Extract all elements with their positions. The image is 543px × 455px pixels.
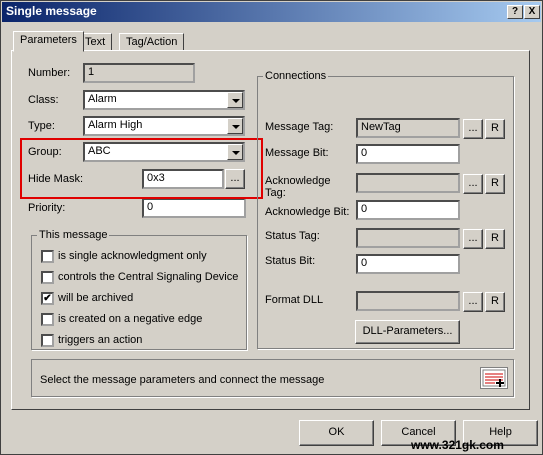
option-archived-label: will be archived [58, 292, 134, 304]
format-dll-label: Format DLL [265, 294, 324, 306]
option-archived-checkbox[interactable]: ✔ [41, 292, 54, 305]
status-tag-browse-button[interactable]: ... [463, 229, 483, 249]
ack-tag-label-line1: Acknowledge [265, 175, 331, 187]
connect-message-icon[interactable] [480, 367, 508, 389]
format-dll-browse-button[interactable]: ... [463, 292, 483, 312]
class-select[interactable]: Alarm [83, 90, 245, 110]
hint-text: Select the message parameters and connec… [40, 374, 325, 386]
message-tag-browse-button[interactable]: ... [463, 119, 483, 139]
option-triggers-action-checkbox[interactable] [41, 334, 54, 347]
this-message-legend: This message [37, 229, 110, 241]
option-negative-edge-label: is created on a negative edge [58, 313, 203, 325]
close-title-button[interactable]: X [524, 5, 540, 19]
type-select[interactable]: Alarm High [83, 116, 245, 136]
chevron-down-icon[interactable] [227, 118, 243, 134]
window-title: Single message [6, 4, 97, 18]
ack-bit-label: Acknowledge Bit: [265, 206, 350, 218]
title-bar: Single message ? X [2, 2, 541, 22]
ack-tag-browse-button[interactable]: ... [463, 174, 483, 194]
message-tag-label: Message Tag: [265, 121, 334, 133]
message-tag-field[interactable]: NewTag [356, 118, 460, 138]
ack-tag-remove-button[interactable]: R [485, 174, 505, 194]
option-central-signaling-checkbox[interactable] [41, 271, 54, 284]
single-message-dialog: Single message ? X Parameters Text Tag/A… [0, 0, 543, 455]
format-dll-remove-button[interactable]: R [485, 292, 505, 312]
chevron-down-icon[interactable] [227, 92, 243, 108]
format-dll-field[interactable] [356, 291, 460, 311]
ack-tag-field[interactable] [356, 173, 460, 193]
priority-field[interactable]: 0 [142, 198, 246, 218]
watermark-text: www.321gk.com [411, 438, 504, 452]
help-title-button[interactable]: ? [507, 5, 523, 19]
ack-bit-field[interactable]: 0 [356, 200, 460, 220]
dll-parameters-button[interactable]: DLL-Parameters... [355, 320, 460, 344]
class-value: Alarm [88, 93, 117, 105]
tab-parameters[interactable]: Parameters [13, 31, 84, 52]
highlight-frame [20, 138, 263, 199]
number-label: Number: [28, 67, 71, 79]
connections-legend: Connections [263, 70, 329, 82]
tab-tag-action[interactable]: Tag/Action [119, 33, 185, 51]
message-bit-label: Message Bit: [265, 147, 329, 159]
type-label: Type: [28, 120, 55, 132]
option-central-signaling-label: controls the Central Signaling Device [58, 271, 239, 283]
status-bit-label: Status Bit: [265, 255, 316, 267]
number-field: 1 [83, 63, 195, 83]
type-value: Alarm High [88, 119, 143, 131]
option-negative-edge-checkbox[interactable] [41, 313, 54, 326]
ok-button[interactable]: OK [299, 420, 374, 446]
class-label: Class: [28, 94, 59, 106]
message-tag-remove-button[interactable]: R [485, 119, 505, 139]
option-single-ack-label: is single acknowledgment only [58, 250, 207, 262]
priority-label: Priority: [28, 202, 66, 214]
option-triggers-action-label: triggers an action [58, 334, 143, 346]
status-tag-label: Status Tag: [265, 230, 320, 242]
status-bit-field[interactable]: 0 [356, 254, 460, 274]
status-tag-field[interactable] [356, 228, 460, 248]
option-single-ack-checkbox[interactable] [41, 250, 54, 263]
message-bit-field[interactable]: 0 [356, 144, 460, 164]
status-tag-remove-button[interactable]: R [485, 229, 505, 249]
ack-tag-label-line2: Tag: [265, 187, 286, 199]
